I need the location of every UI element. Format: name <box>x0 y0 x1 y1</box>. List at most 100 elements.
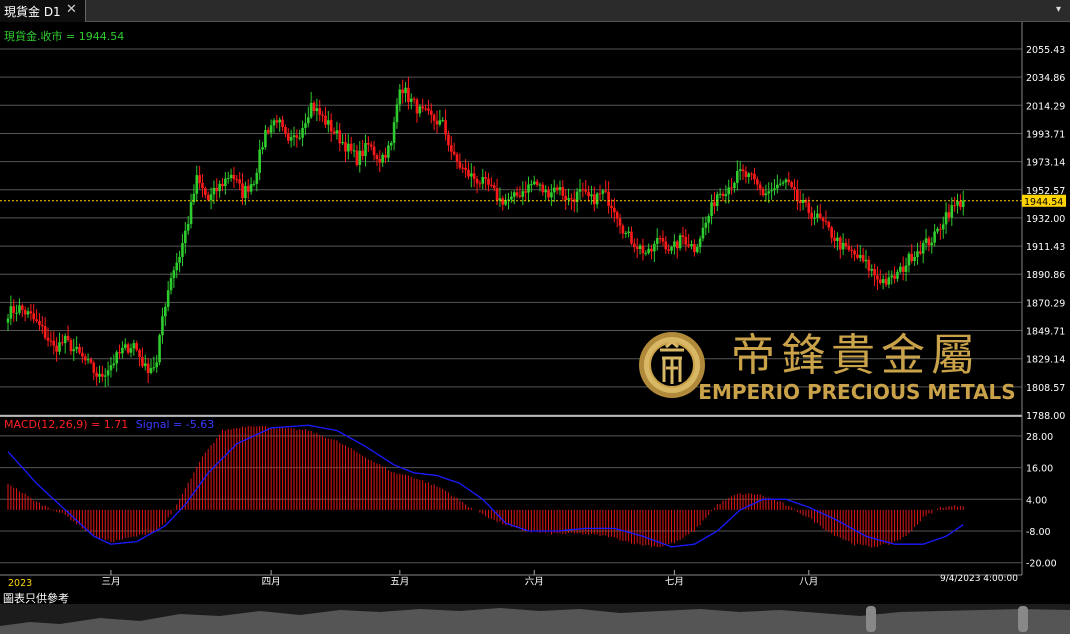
candle-body <box>209 194 213 201</box>
candle-body <box>178 256 181 263</box>
candle-body <box>38 321 41 326</box>
candle-body <box>304 123 307 128</box>
candle-body <box>444 120 447 135</box>
price-chart[interactable]: 1944.54 帝鋒貴金屬 EMPERIO PRECIOUS METALS 現貨… <box>0 22 1070 590</box>
candle-body <box>518 195 522 197</box>
candle-body <box>530 184 533 186</box>
candle-body <box>86 359 90 361</box>
candle-body <box>653 243 656 252</box>
candle-body <box>352 150 356 152</box>
scroll-handle-left[interactable] <box>866 606 876 632</box>
candle-body <box>332 131 336 134</box>
candle-body <box>807 202 811 213</box>
chart-scrollbar[interactable] <box>0 604 1070 634</box>
candle-body <box>498 198 502 201</box>
candle-body <box>693 244 696 253</box>
chevron-down-icon[interactable]: ▾ <box>1056 4 1061 15</box>
candle-body <box>715 194 719 207</box>
candle-body <box>206 194 210 201</box>
candle-body <box>149 368 153 373</box>
candle-body <box>501 198 505 205</box>
candle-body <box>701 227 705 239</box>
candle-body <box>89 359 93 363</box>
candle-body <box>315 108 319 112</box>
candle-body <box>907 253 911 266</box>
candle-body <box>896 271 899 279</box>
candle-body <box>275 120 279 123</box>
candle-body <box>132 343 136 349</box>
candle-body <box>467 169 470 177</box>
candle-body <box>472 173 476 179</box>
candle-body <box>773 188 776 191</box>
candle-body <box>404 87 407 94</box>
candle-body <box>738 169 742 171</box>
candle-body <box>229 174 233 179</box>
candle-body <box>647 248 650 254</box>
candle-body <box>109 365 113 371</box>
candle-body <box>890 275 894 278</box>
candle-body <box>349 143 353 151</box>
candle-body <box>301 127 304 138</box>
candle-body <box>432 114 436 121</box>
candle-body <box>633 243 636 248</box>
candle-body <box>630 231 633 244</box>
candle-body <box>947 212 951 218</box>
candle-body <box>784 179 788 183</box>
watermark-logo <box>639 332 705 398</box>
candle-body <box>224 178 227 187</box>
candle-body <box>421 106 424 109</box>
candle-body <box>475 178 479 184</box>
candle-body <box>418 106 422 114</box>
candle-body <box>492 185 496 189</box>
candle-body <box>347 143 350 152</box>
candle-body <box>121 347 124 354</box>
candle-body <box>764 193 768 196</box>
candle-body <box>667 249 670 251</box>
candle-body <box>95 372 98 377</box>
close-icon[interactable]: ✕ <box>66 2 77 17</box>
candle-body <box>961 200 965 208</box>
candle-body <box>733 182 736 189</box>
candle-body <box>936 228 939 232</box>
candle-body <box>83 356 87 361</box>
candle-body <box>581 189 585 191</box>
candle-body <box>435 120 439 125</box>
candle-body <box>818 213 822 219</box>
price-tick-label: 1849.71 <box>1026 327 1065 338</box>
candle-body <box>258 149 261 173</box>
candle-body <box>552 187 556 193</box>
candle-body <box>761 188 765 196</box>
candle-body <box>564 195 567 200</box>
candle-body <box>655 238 659 244</box>
candle-body <box>658 238 662 240</box>
candle-body <box>169 278 173 291</box>
candle-body <box>684 236 688 245</box>
candle-body <box>23 309 27 315</box>
candle-body <box>58 342 61 352</box>
candle-body <box>661 238 665 242</box>
chart-tab[interactable]: 現貨金 D1 ✕ <box>0 0 86 22</box>
price-tick-label: 1870.29 <box>1026 298 1065 309</box>
candle-body <box>621 225 625 234</box>
candle-body <box>718 193 722 195</box>
candle-body <box>901 266 905 272</box>
candle-body <box>796 189 799 201</box>
candle-body <box>675 241 679 249</box>
scroll-handle-right[interactable] <box>1018 606 1028 632</box>
candle-body <box>858 255 862 258</box>
candle-body <box>355 150 359 165</box>
candle-body <box>532 181 536 185</box>
candle-body <box>756 179 759 185</box>
month-label: 七月 <box>665 577 684 588</box>
candle-body <box>441 120 445 122</box>
candle-body <box>838 237 842 250</box>
candle-body <box>758 184 762 189</box>
candle-body <box>401 89 404 94</box>
candle-body <box>904 265 908 272</box>
candle-body <box>98 373 101 377</box>
candle-body <box>458 161 462 168</box>
month-label: 六月 <box>525 576 544 588</box>
candle-body <box>21 305 24 310</box>
candle-body <box>607 191 610 206</box>
candle-body <box>318 108 322 115</box>
